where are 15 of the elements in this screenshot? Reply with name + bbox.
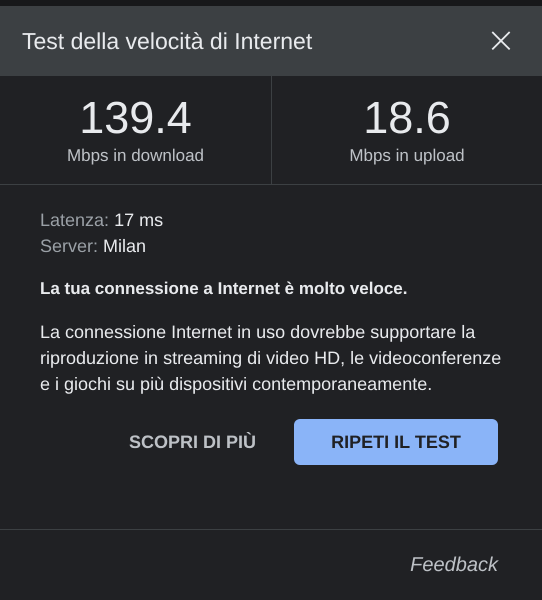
feedback-link[interactable]: Feedback xyxy=(410,554,498,576)
detail-value: 17 ms xyxy=(114,209,164,232)
learn-more-button[interactable]: SCOPRI DI PIÙ xyxy=(120,419,264,465)
detail-value: Milan xyxy=(103,235,146,258)
close-button[interactable]: × xyxy=(482,23,520,59)
dialog-title: Test della velocità di Internet xyxy=(22,28,312,54)
result-description: La connessione Internet in uso dovrebbe supportare la riproduzione in streaming di video HD, le videoconferenze e i giochi su più dispositivi contemporaneamente. xyxy=(40,321,502,396)
result-summary: La tua connessione a Internet è molto veloce. xyxy=(40,279,408,299)
speed-label: Mbps in upload xyxy=(349,146,465,166)
retest-button[interactable]: RIPETI IL TEST xyxy=(294,419,498,465)
detail-label: Server: xyxy=(40,235,98,258)
speed-label: Mbps in download xyxy=(66,146,204,166)
speed-value: 18.6 xyxy=(363,94,451,140)
detail-label: Latenza: xyxy=(40,209,110,232)
speed-value: 139.4 xyxy=(79,94,192,140)
